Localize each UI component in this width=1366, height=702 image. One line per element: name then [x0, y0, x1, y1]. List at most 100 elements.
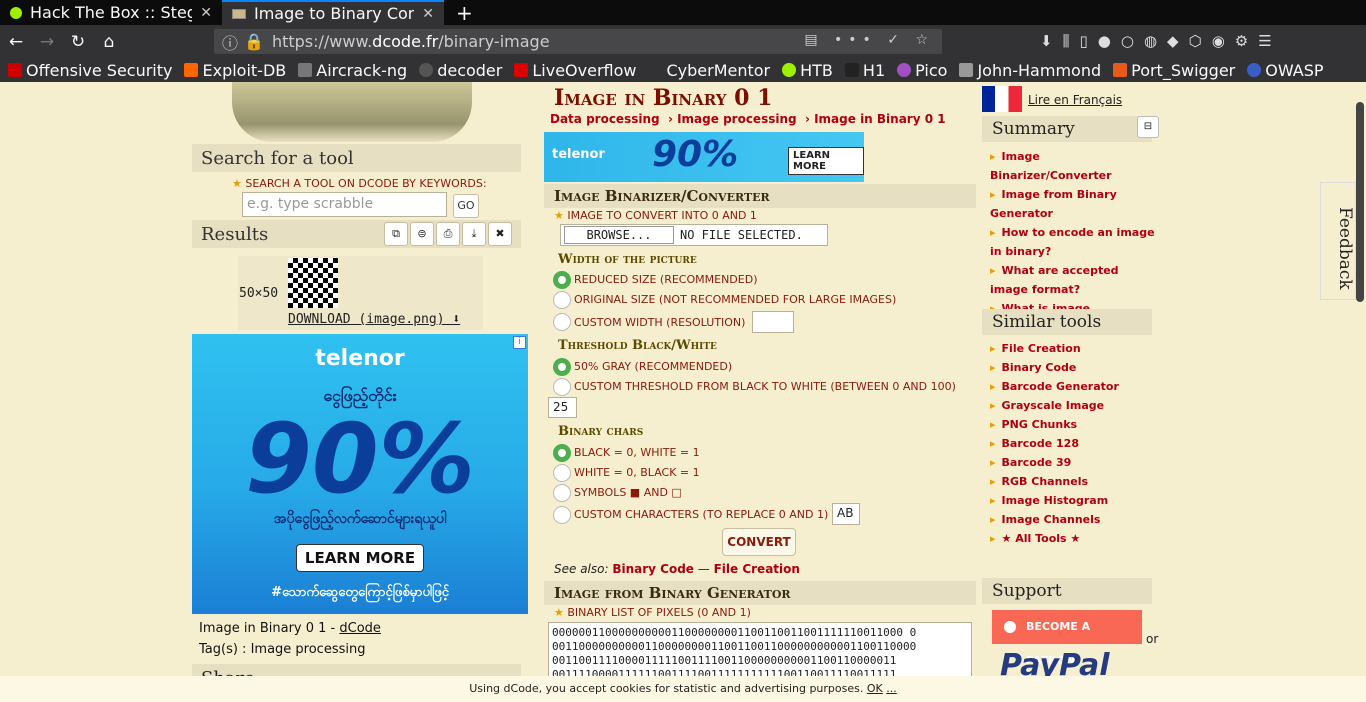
menu-icon[interactable]: ☰: [1258, 32, 1271, 50]
bookmark-pico[interactable]: Pico: [897, 61, 947, 80]
ad-info-icon[interactable]: i: [513, 336, 526, 349]
extension-icon[interactable]: ●: [1098, 32, 1111, 50]
extension-icon[interactable]: ◆: [1167, 32, 1179, 50]
tab-title: Hack The Box :: Stego: [30, 3, 193, 22]
summary-item[interactable]: Image from Binary Generator: [990, 185, 1160, 223]
browse-button[interactable]: BROWSE...: [564, 226, 674, 244]
radio-original-size[interactable]: [553, 291, 571, 309]
go-button[interactable]: GO: [453, 194, 479, 218]
binary-label: ★ BINARY LIST OF PIXELS (0 AND 1): [554, 606, 751, 619]
bookmark-owasp[interactable]: OWASP: [1247, 61, 1324, 80]
url-bar[interactable]: ⓘ 🔒 https://www. dcode.fr/binary-image ▤ …: [214, 29, 942, 54]
bookmark-offensive-security[interactable]: Offensive Security: [8, 61, 172, 80]
file-input[interactable]: BROWSE... NO FILE SELECTED.: [560, 224, 828, 246]
extension-icon[interactable]: ◉: [1212, 32, 1225, 50]
page-actions-icon[interactable]: ▤ ••• ✓ ☆: [804, 32, 934, 48]
summary-item[interactable]: What are accepted image format?: [990, 261, 1160, 299]
custom-chars-input[interactable]: AB: [832, 503, 860, 525]
custom-width-input[interactable]: [752, 311, 794, 333]
similar-item[interactable]: File Creation: [990, 339, 1160, 358]
copy-icon[interactable]: ⧉: [384, 222, 408, 246]
tab-dcode[interactable]: Image to Binary Conve ✕: [222, 0, 444, 25]
feedback-tab[interactable]: Feedback: [1320, 182, 1356, 300]
bookmark-aircrack[interactable]: Aircrack-ng: [298, 61, 407, 80]
similar-item[interactable]: Image Histogram: [990, 491, 1160, 510]
dcode-link[interactable]: dCode: [339, 621, 381, 636]
reload-icon[interactable]: ↻: [63, 32, 93, 52]
close-icon[interactable]: ✕: [200, 5, 212, 21]
dcode-logo-image[interactable]: [232, 82, 472, 142]
close-icon[interactable]: ✖: [488, 222, 512, 246]
patreon-button[interactable]: BECOME A PATRON: [992, 610, 1142, 667]
similar-item[interactable]: ★ All Tools ★: [990, 529, 1160, 548]
qr-image[interactable]: [288, 258, 338, 308]
threshold-input[interactable]: 25: [548, 397, 577, 418]
radio-custom-threshold[interactable]: [553, 378, 571, 396]
link-binary-code[interactable]: Binary Code: [612, 562, 694, 576]
clear-icon[interactable]: ⊜: [410, 222, 434, 246]
bookmark-h1[interactable]: H1: [844, 61, 885, 80]
bookmark-icon: [959, 63, 974, 77]
radio-white-0[interactable]: [553, 464, 571, 482]
radio-reduced-size[interactable]: [553, 271, 571, 289]
learn-more-button[interactable]: LEARN MORE: [295, 544, 425, 572]
download-link[interactable]: DOWNLOAD (image.png) ⬇: [288, 312, 483, 327]
convert-button[interactable]: CONVERT: [722, 528, 796, 556]
radio-custom-chars[interactable]: [553, 506, 571, 524]
collapse-icon[interactable]: ⊟: [1137, 116, 1159, 138]
breadcrumb-data-processing[interactable]: Data processing: [550, 112, 660, 126]
bookmark-port-swigger[interactable]: Port_Swigger: [1113, 61, 1235, 80]
similar-item[interactable]: Binary Code: [990, 358, 1160, 377]
bookmark-exploit-db[interactable]: Exploit-DB: [184, 61, 286, 80]
binary-textarea[interactable]: 0000001100000000001100000000110011001100…: [548, 622, 972, 682]
cookie-more-link[interactable]: ...: [886, 682, 897, 695]
link-file-creation[interactable]: File Creation: [714, 562, 800, 576]
top-ad-banner[interactable]: telenor 90% LEARN MORE: [544, 132, 864, 182]
tab-hackthebox[interactable]: Hack The Box :: Stego ✕: [0, 0, 222, 25]
similar-item[interactable]: Grayscale Image: [990, 396, 1160, 415]
new-tab-button[interactable]: +: [444, 0, 485, 25]
ad-banner[interactable]: i telenor ငွေဖြည့်တိုင်း 90% အပိုငွေဖြည့…: [192, 334, 528, 614]
similar-item[interactable]: PNG Chunks: [990, 415, 1160, 434]
french-link[interactable]: Lire en Français: [1028, 93, 1122, 107]
cookie-ok-link[interactable]: OK: [867, 682, 883, 695]
download-icon[interactable]: ⬇: [1040, 32, 1053, 50]
breadcrumb-image-processing[interactable]: › Image processing: [668, 112, 797, 126]
bookmark-john-hammond[interactable]: John-Hammond: [959, 61, 1101, 80]
similar-item[interactable]: RGB Channels: [990, 472, 1160, 491]
sidebar-icon[interactable]: ▯: [1079, 32, 1087, 50]
extension-icon[interactable]: ⬡: [1189, 32, 1202, 50]
back-icon[interactable]: ←: [1, 32, 31, 52]
info-icon[interactable]: ⓘ: [222, 30, 238, 54]
radio-custom-width[interactable]: [553, 313, 571, 331]
close-icon[interactable]: ✕: [422, 6, 434, 22]
radio-black-0[interactable]: [553, 444, 571, 462]
library-icon[interactable]: ⫼: [1063, 32, 1070, 50]
similar-item[interactable]: Image Channels: [990, 510, 1160, 529]
bookmark-liveoverflow[interactable]: LiveOverflow: [514, 61, 636, 80]
bookmark-label: decoder: [437, 60, 503, 80]
star-icon: ★: [554, 606, 568, 619]
summary-item[interactable]: How to encode an image in binary?: [990, 223, 1160, 261]
extension-icon[interactable]: ◍: [1144, 32, 1157, 50]
forward-icon[interactable]: →: [32, 32, 62, 52]
learn-more-button[interactable]: LEARN MORE: [788, 147, 864, 175]
settings-icon[interactable]: ⚙: [1235, 32, 1248, 50]
extension-icon[interactable]: ○: [1121, 32, 1134, 50]
download-icon[interactable]: ⤓: [462, 222, 486, 246]
similar-item[interactable]: Barcode Generator: [990, 377, 1160, 396]
similar-item[interactable]: Barcode 128: [990, 434, 1160, 453]
radio-50-gray[interactable]: [553, 358, 571, 376]
search-input[interactable]: e.g. type scrabble: [242, 192, 447, 217]
print-icon[interactable]: ⎙: [436, 222, 460, 246]
french-flag-icon[interactable]: [982, 86, 1022, 112]
radio-symbols[interactable]: [553, 484, 571, 502]
bookmark-cybermentor[interactable]: CyberMentor: [648, 61, 770, 80]
home-icon[interactable]: ⌂: [94, 32, 124, 52]
breadcrumb-image-binary[interactable]: › Image in Binary 0 1: [805, 112, 946, 126]
summary-item[interactable]: Image Binarizer/Converter: [990, 147, 1160, 185]
bookmark-decoder[interactable]: decoder: [419, 61, 502, 80]
similar-item[interactable]: Barcode 39: [990, 453, 1160, 472]
scrollbar[interactable]: [1356, 102, 1364, 302]
bookmark-htb[interactable]: HTB: [782, 61, 833, 80]
